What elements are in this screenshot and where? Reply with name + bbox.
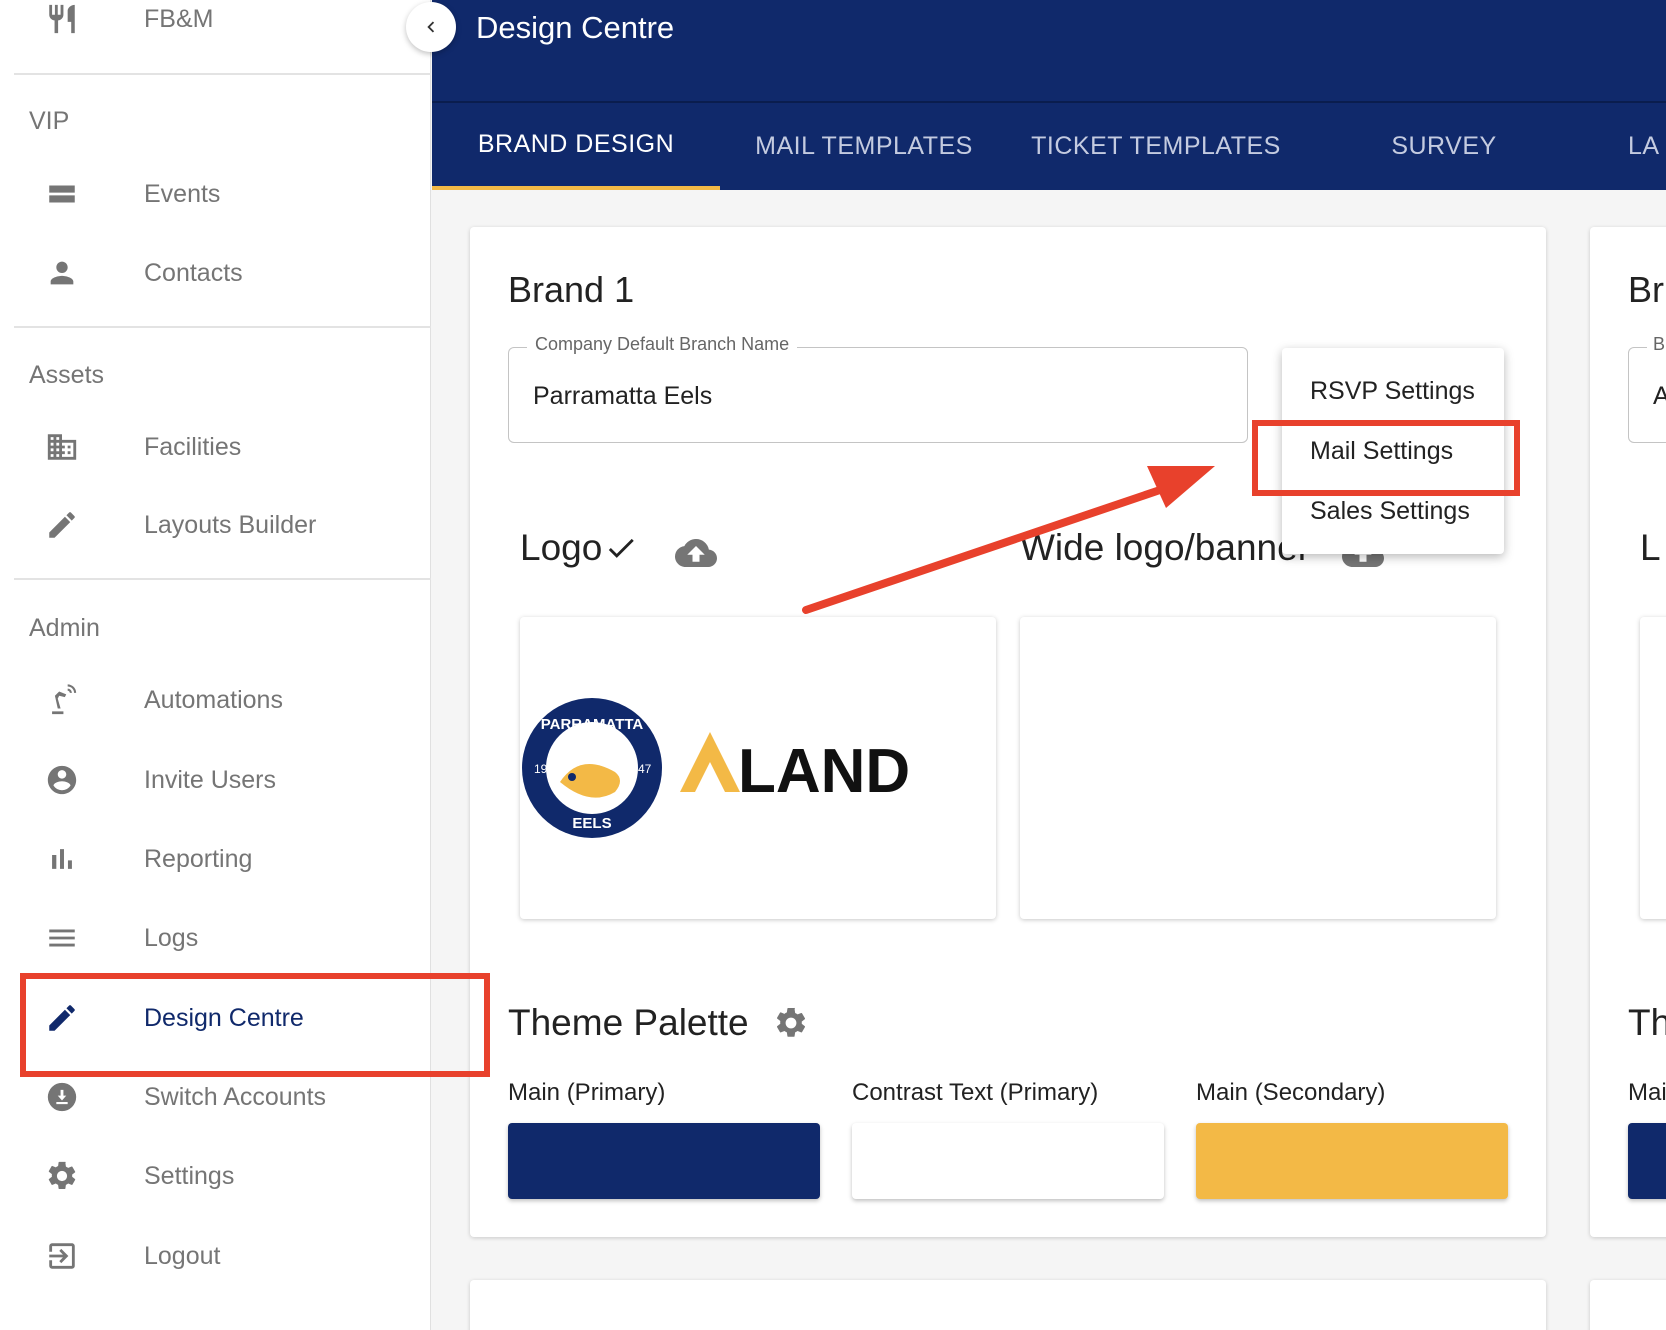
swatch-contrast[interactable] xyxy=(852,1123,1164,1199)
seal-right-text: 47 xyxy=(638,762,652,776)
menu-item-mail-settings[interactable]: Mail Settings xyxy=(1282,423,1504,479)
page-title: Design Centre xyxy=(476,10,675,45)
brand-2-logo-preview[interactable] xyxy=(1640,617,1666,919)
sidebar-item-label: Automations xyxy=(144,685,283,714)
restaurant-icon xyxy=(44,1,80,37)
sidebar: FB&M VIP Events Contacts Assets Faciliti… xyxy=(0,0,431,1330)
menu-lines-icon xyxy=(44,920,80,956)
gear-icon xyxy=(44,1158,80,1194)
sidebar-item-switch-accounts[interactable]: Switch Accounts xyxy=(0,1062,431,1132)
brand-2-swatch-primary[interactable] xyxy=(1628,1123,1666,1199)
next-card-2 xyxy=(1590,1280,1666,1330)
logo-preview[interactable]: PARRAMATTA EELS 19 47 LAND xyxy=(520,617,996,919)
sidebar-item-label: Events xyxy=(144,179,221,208)
sidebar-item-label: Design Centre xyxy=(144,1003,304,1032)
settings-menu: RSVP Settings Mail Settings Sales Settin… xyxy=(1282,348,1504,554)
brand-2-logo-heading: L xyxy=(1640,527,1661,568)
sidebar-item-label: Logs xyxy=(144,923,199,952)
logo-heading-text: Logo xyxy=(520,527,603,568)
divider xyxy=(14,73,431,75)
person-icon xyxy=(44,255,80,291)
tab-la[interactable]: LA xyxy=(1628,103,1666,190)
app-header: Design Centre xyxy=(432,0,1666,103)
sidebar-item-label: Layouts Builder xyxy=(144,510,317,539)
sidebar-item-label: Logout xyxy=(144,1241,221,1270)
swatch-secondary[interactable] xyxy=(1196,1123,1508,1199)
account-circle-icon xyxy=(44,762,80,798)
sidebar-item-fbm[interactable]: FB&M xyxy=(0,0,431,54)
divider xyxy=(14,326,431,328)
sidebar-item-label: FB&M xyxy=(144,4,214,33)
events-icon xyxy=(44,176,80,212)
sidebar-item-layouts-builder[interactable]: Layouts Builder xyxy=(0,490,431,560)
branch-name-label: Company Default Branch Name xyxy=(527,334,798,355)
brand-2-field-value: A xyxy=(1653,382,1666,410)
sidebar-item-events[interactable]: Events xyxy=(0,159,431,229)
branch-name-value: Parramatta Eels xyxy=(533,382,713,410)
sidebar-item-label: Invite Users xyxy=(144,765,276,794)
pencil-icon xyxy=(44,1000,80,1036)
theme-title-text: Theme Palette xyxy=(508,1002,749,1043)
check-icon xyxy=(604,531,638,565)
sidebar-item-contacts[interactable]: Contacts xyxy=(0,238,431,308)
brand-2-theme-title: Th xyxy=(1628,1002,1666,1043)
sponsor-text: LAND xyxy=(738,737,910,806)
sidebar-item-label: Settings xyxy=(144,1161,235,1190)
sidebar-item-label: Reporting xyxy=(144,844,253,873)
upload-logo-icon[interactable] xyxy=(675,532,717,579)
divider xyxy=(14,578,431,580)
building-icon xyxy=(44,429,80,465)
tab-bar: BRAND DESIGN MAIL TEMPLATES TICKET TEMPL… xyxy=(432,103,1666,190)
section-title-assets: Assets xyxy=(29,361,105,389)
brand-2-swatch-label: Mai xyxy=(1628,1079,1666,1106)
menu-item-sales-settings[interactable]: Sales Settings xyxy=(1282,483,1504,539)
brand-title: Brand 1 xyxy=(508,269,635,310)
sidebar-item-invite-users[interactable]: Invite Users xyxy=(0,745,431,815)
brand-2-title: Br xyxy=(1628,269,1664,310)
logo-heading: Logo xyxy=(520,527,638,569)
pencil-icon xyxy=(44,507,80,543)
sidebar-item-label: Facilities xyxy=(144,432,242,461)
theme-palette-heading: Theme Palette xyxy=(508,1002,809,1044)
switch-accounts-icon xyxy=(44,1079,80,1115)
section-title-admin: Admin xyxy=(29,614,100,642)
swatch-label-contrast: Contrast Text (Primary) xyxy=(852,1079,1099,1106)
sidebar-item-reporting[interactable]: Reporting xyxy=(0,824,431,894)
wide-logo-preview[interactable] xyxy=(1020,617,1496,919)
tab-ticket-templates[interactable]: TICKET TEMPLATES xyxy=(1012,103,1300,190)
sidebar-item-logout[interactable]: Logout xyxy=(0,1221,431,1291)
gear-icon[interactable] xyxy=(773,1005,809,1041)
logout-icon xyxy=(44,1238,80,1274)
bar-chart-icon xyxy=(44,841,80,877)
tab-mail-templates[interactable]: MAIL TEMPLATES xyxy=(720,103,1008,190)
sidebar-item-settings[interactable]: Settings xyxy=(0,1141,431,1211)
sidebar-item-label: Switch Accounts xyxy=(144,1082,327,1111)
chevron-left-icon xyxy=(427,21,435,33)
sidebar-item-design-centre[interactable]: Design Centre xyxy=(0,983,431,1053)
brand-card-2: Br B A L Th Mai xyxy=(1590,227,1666,1237)
parramatta-eels-logo: PARRAMATTA EELS 19 47 LAND xyxy=(522,698,910,838)
robot-arm-icon xyxy=(44,682,80,718)
menu-item-rsvp-settings[interactable]: RSVP Settings xyxy=(1282,363,1504,419)
tab-survey[interactable]: SURVEY xyxy=(1300,103,1588,190)
sidebar-item-facilities[interactable]: Facilities xyxy=(0,412,431,482)
swatch-primary[interactable] xyxy=(508,1123,820,1199)
sidebar-item-logs[interactable]: Logs xyxy=(0,903,431,973)
seal-bottom-text: EELS xyxy=(572,815,611,832)
seal-left-text: 19 xyxy=(534,762,548,776)
collapse-sidebar-button[interactable] xyxy=(406,2,456,52)
next-card xyxy=(470,1280,1546,1330)
tab-brand-design[interactable]: BRAND DESIGN xyxy=(432,103,720,190)
brand-2-field-label: B xyxy=(1647,334,1666,355)
seal-top-text: PARRAMATTA xyxy=(541,716,644,733)
brand-2-field[interactable]: B A xyxy=(1628,334,1666,443)
branch-name-field[interactable]: Company Default Branch Name Parramatta E… xyxy=(508,334,1248,443)
section-title-vip: VIP xyxy=(29,107,70,135)
wide-logo-heading: Wide logo/banner xyxy=(1020,527,1311,568)
swatch-label-secondary: Main (Secondary) xyxy=(1196,1079,1386,1106)
swatch-label-primary: Main (Primary) xyxy=(508,1079,666,1106)
sidebar-item-label: Contacts xyxy=(144,258,243,287)
sidebar-item-automations[interactable]: Automations xyxy=(0,665,431,735)
